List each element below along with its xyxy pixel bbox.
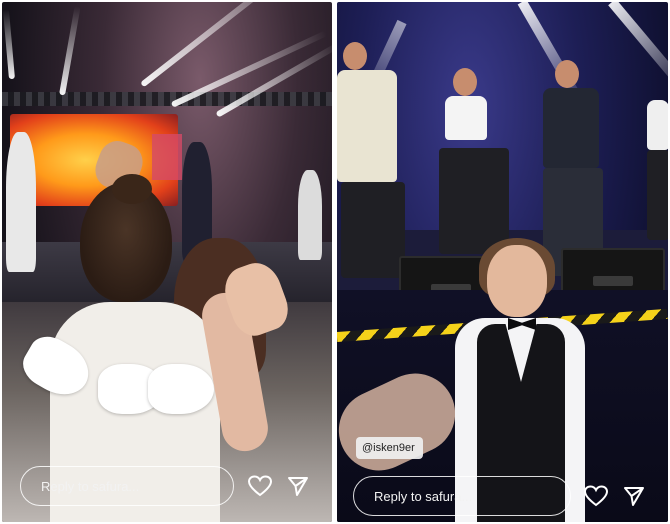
performer bbox=[298, 170, 322, 260]
light-beam bbox=[59, 5, 81, 96]
lighting-truss bbox=[2, 92, 332, 106]
mention-text: @isken9er bbox=[362, 442, 415, 454]
light-beam bbox=[2, 9, 15, 80]
send-icon[interactable] bbox=[621, 483, 647, 509]
story-panel-left: Reply to safura... bbox=[2, 2, 332, 522]
concert-photo-left bbox=[2, 2, 332, 522]
hair-bun bbox=[112, 174, 152, 204]
heart-icon[interactable] bbox=[247, 473, 273, 499]
light-beam bbox=[608, 2, 668, 98]
light-beam bbox=[140, 2, 302, 88]
performer bbox=[6, 132, 36, 272]
dress-bow bbox=[148, 364, 214, 414]
boy-face bbox=[487, 245, 547, 317]
reply-placeholder: Reply to safura... bbox=[374, 488, 473, 504]
heart-icon[interactable] bbox=[583, 483, 609, 509]
mention-sticker[interactable]: @isken9er bbox=[356, 437, 423, 459]
reply-input[interactable]: Reply to safura... bbox=[20, 466, 234, 506]
reply-placeholder: Reply to safura... bbox=[41, 478, 140, 494]
stage-led-screen-side bbox=[152, 134, 182, 180]
reply-input[interactable]: Reply to safura... bbox=[353, 476, 571, 516]
send-icon[interactable] bbox=[285, 473, 311, 499]
